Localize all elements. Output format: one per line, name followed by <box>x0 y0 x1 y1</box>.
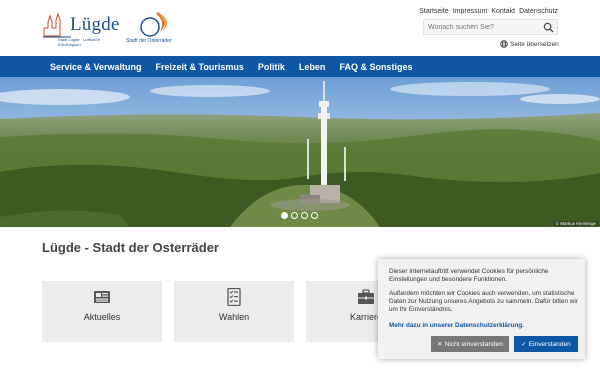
header: Lügde Stadt Lügde · Luftkurort Erholungs… <box>0 0 600 56</box>
decline-label: Nicht einverstanden <box>444 340 503 348</box>
osterraeder-logo[interactable]: Stadt der Osterräder <box>124 10 184 48</box>
decline-button[interactable]: ✕ Nicht einverstanden <box>431 336 509 352</box>
hero-image <box>0 77 600 227</box>
page-title: Lügde - Stadt der Osterräder <box>42 240 219 255</box>
newspaper-icon <box>94 291 110 303</box>
check-icon: ✓ <box>521 341 527 348</box>
main-nav: Service & Verwaltung Freizeit & Tourismu… <box>0 56 600 77</box>
slider-dots <box>281 212 318 219</box>
accept-button[interactable]: ✓ Einverstanden <box>514 336 578 352</box>
nav-item-freizeit[interactable]: Freizeit & Tourismus <box>156 62 244 72</box>
nav-item-service[interactable]: Service & Verwaltung <box>50 62 142 72</box>
link-startseite[interactable]: Startseite <box>419 8 449 15</box>
translate-label: Seite übersetzen <box>510 40 559 48</box>
card-wahlen[interactable]: Wahlen <box>174 281 294 342</box>
briefcase-icon <box>358 289 374 304</box>
photo-credit: © Markus Kleinkirge <box>553 221 598 226</box>
search-box <box>423 19 558 35</box>
nav-item-faq[interactable]: FAQ & Sonstiges <box>339 62 412 72</box>
link-kontakt[interactable]: Kontakt <box>491 8 515 15</box>
slider-dot-1[interactable] <box>281 212 288 219</box>
card-label: Wahlen <box>218 312 250 322</box>
search-icon[interactable] <box>543 22 554 33</box>
nav-item-leben[interactable]: Leben <box>299 62 326 72</box>
cookie-banner: Dieser Internetauftritt verwendet Cookie… <box>378 259 585 359</box>
logo-caption: Stadt der Osterräder <box>126 38 172 44</box>
church-skyline-icon <box>43 12 71 38</box>
nav-item-politik[interactable]: Politik <box>258 62 285 72</box>
search-input[interactable] <box>428 22 540 33</box>
slider-dot-3[interactable] <box>301 212 308 219</box>
utility-links: Startseite Impressum Kontakt Datenschutz <box>419 8 558 15</box>
page: Lügde Stadt Lügde · Luftkurort Erholungs… <box>0 0 600 375</box>
cookie-text-statistics: Außerdem möchten wir Cookies auch verwen… <box>389 290 578 313</box>
cookie-text-intro: Dieser Internetauftritt verwendet Cookie… <box>389 268 549 283</box>
accept-label: Einverstanden <box>528 340 571 348</box>
hero-slider: © Markus Kleinkirge <box>0 77 600 227</box>
fire-wheel-icon <box>140 12 168 37</box>
privacy-policy-link[interactable]: Mehr dazu in unserer Datenschutzerklärun… <box>389 322 524 329</box>
card-label: Aktuelles <box>83 312 121 322</box>
slider-dot-4[interactable] <box>311 212 318 219</box>
ballot-checklist-icon <box>227 288 241 306</box>
close-icon: ✕ <box>437 341 443 348</box>
link-impressum[interactable]: Impressum <box>453 8 488 15</box>
card-aktuelles[interactable]: Aktuelles <box>42 281 162 342</box>
logo-title: Lügde <box>70 14 120 35</box>
globe-icon <box>500 40 508 48</box>
link-datenschutz[interactable]: Datenschutz <box>519 8 558 15</box>
translate-link[interactable]: Seite übersetzen <box>500 40 559 48</box>
luegde-logo[interactable]: Lügde Stadt Lügde · Luftkurort Erholungs… <box>42 10 120 48</box>
slider-dot-2[interactable] <box>291 212 298 219</box>
logo-subtitle: Stadt Lügde · Luftkurort Erholungsort <box>58 37 101 47</box>
